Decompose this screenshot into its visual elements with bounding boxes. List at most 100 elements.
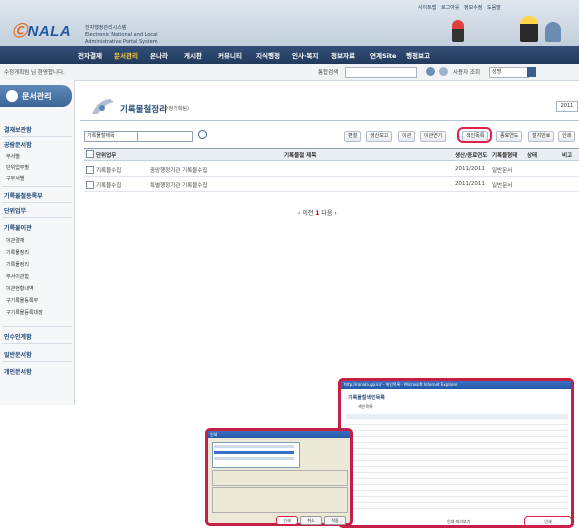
menu-sub-item[interactable]: 부서별 [6,153,20,160]
search-label: 통합검색 [318,70,339,76]
column-header: 기록물형태 [492,153,518,159]
printer-list-item-selected[interactable] [214,451,294,454]
menu-head-record-transfer[interactable]: 기록물이관 [4,223,32,232]
next-page-link[interactable]: 다음 › [321,210,336,217]
column-header: 생산/종료연도 [455,153,488,159]
print-button[interactable]: 인쇄 [558,131,576,142]
user-select-arrow-icon[interactable] [527,67,536,77]
popup-table-row [346,486,568,491]
print-range-group[interactable] [212,470,348,486]
util-link-sitemap[interactable]: 사이트맵 [418,5,436,11]
page-size-select[interactable]: 2011 [556,101,578,112]
portal-name-ko: 전자행정관리시스템 [85,25,127,31]
row-checkbox[interactable] [86,166,94,174]
document-icon [6,90,18,102]
search-icon[interactable] [198,130,207,139]
menu-head-unit-task[interactable]: 단위업무 [4,206,26,215]
nav-item-onnara[interactable]: 온나라 [150,50,168,60]
page-title: 기록물철정리 [120,105,167,115]
page-title-sub: (수정기획팀) [162,106,189,112]
search-icon[interactable] [426,67,435,76]
page-title-icon [92,99,114,114]
nav-item-report[interactable]: 행정보고 [406,50,430,60]
search-input[interactable] [345,67,417,78]
menu-divider [2,326,72,327]
nav-item-knowledge[interactable]: 지식행정 [256,50,280,60]
popup-footer-text: 인쇄 미리보기 [447,519,471,524]
popup-table-row [346,426,568,431]
menu-sub-item[interactable]: 단위업무별 [6,164,29,171]
menu-head-approval-box[interactable]: 결재보관함 [4,125,32,134]
print-apply-button[interactable]: 적용 [324,516,346,525]
menu-head-personal-docs[interactable]: 개인문서함 [4,367,32,376]
nav-item-community[interactable]: 커뮤니티 [218,50,242,60]
popup-table-row [346,468,568,473]
menu-head-handover[interactable]: 인수인계함 [4,332,32,341]
end-year-button[interactable]: 종료연도 [496,131,523,142]
cell-title[interactable]: 특별행정기관 기록물수집 [150,181,207,189]
print-cancel-button[interactable]: 취소 [300,516,322,525]
popup-table-row [346,438,568,443]
popup-table-row [346,492,568,497]
menu-sub-item[interactable]: 기록물정리 [6,261,29,268]
menu-divider [2,343,72,344]
menu-divider [2,136,72,137]
bind-button[interactable]: 편철 [344,131,362,142]
expiry-button[interactable]: 철지만료 [528,131,555,142]
print-copies-group[interactable] [212,487,348,513]
menu-divider [2,186,72,187]
popup-list-label: 색인목록 [358,404,373,409]
filter-search-input[interactable] [137,131,193,142]
menu-sub-item[interactable]: 구부서별 [6,175,24,182]
menu-sub-item[interactable]: 이관현황내역 [6,285,34,292]
transfer-button[interactable]: 이관 [398,131,416,142]
column-header: 기록물철 제목 [284,153,317,159]
header-figure-illustration [520,16,538,42]
popup-print-button[interactable]: 인쇄 [524,516,572,527]
popup-table-row [346,504,568,509]
menu-head-public-docs[interactable]: 공람문서함 [4,140,32,149]
cell-form: 일반문서 [492,183,513,189]
menu-head-general-docs[interactable]: 일반문서함 [4,350,32,359]
refresh-icon[interactable] [439,67,448,76]
cell-title[interactable]: 중앙행정기관 기록물수집 [150,166,207,174]
nav-item-links[interactable]: 연계Site [370,50,396,60]
menu-sub-item[interactable]: 기록물정리 [6,249,29,256]
menu-divider [2,361,72,362]
util-link-profile[interactable]: 정보수정 [464,5,482,11]
menu-sub-item[interactable]: 구기록물등록대장 [6,309,43,316]
title-divider [80,120,579,121]
nala-logo[interactable]: ⒸNALA [12,20,71,41]
menu-head-record-register[interactable]: 기록물철등록부 [4,191,43,200]
popup-table-row [346,450,568,455]
nav-item-data[interactable]: 정보자료 [331,50,355,60]
nav-item-approval[interactable]: 전자결재 [78,50,102,60]
row-checkbox[interactable] [86,181,94,189]
prev-page-link[interactable]: ‹ 이전 [298,210,313,217]
printer-list-item[interactable] [214,445,294,448]
popup-heading: 기록물철색인목록 [348,395,385,401]
menu-sub-item[interactable]: 이관결재 [6,237,24,244]
menu-sub-item[interactable]: 부서이관함 [6,273,29,280]
printer-list-item[interactable] [214,457,294,460]
popup-table-row [346,474,568,479]
header-figure-illustration [452,20,464,42]
filter-field-select[interactable]: 기록물철제목 [84,131,138,142]
user-select-dropdown[interactable]: 성명 [489,67,529,78]
nav-item-hr[interactable]: 인사·복지 [292,50,318,60]
main-nav: 전자결재 문서관리 온나라 게시판 커뮤니티 지식행정 인사·복지 정보자료 연… [0,46,579,64]
transfer-delay-button[interactable]: 이관연기 [420,131,447,142]
production-report-button[interactable]: 생산보고 [366,131,393,142]
popup-table-row [346,480,568,485]
menu-sub-item[interactable]: 구기록물등록부 [6,297,38,304]
popup-title-bar-text: http://ronala.go.kr/ - 색인목록 - Microsoft … [344,382,458,387]
nav-item-board[interactable]: 게시판 [184,50,202,60]
util-link-help[interactable]: 도움말 [487,5,501,11]
select-all-checkbox[interactable] [86,150,94,158]
nav-item-documents[interactable]: 문서관리 [114,50,138,60]
util-link-logout[interactable]: 로그아웃 [441,5,459,11]
cell-unit: 기록물수집 [96,183,122,189]
print-ok-button[interactable]: 인쇄 [276,516,298,525]
current-page[interactable]: 1 [315,210,319,217]
popup-table-header [346,414,568,419]
